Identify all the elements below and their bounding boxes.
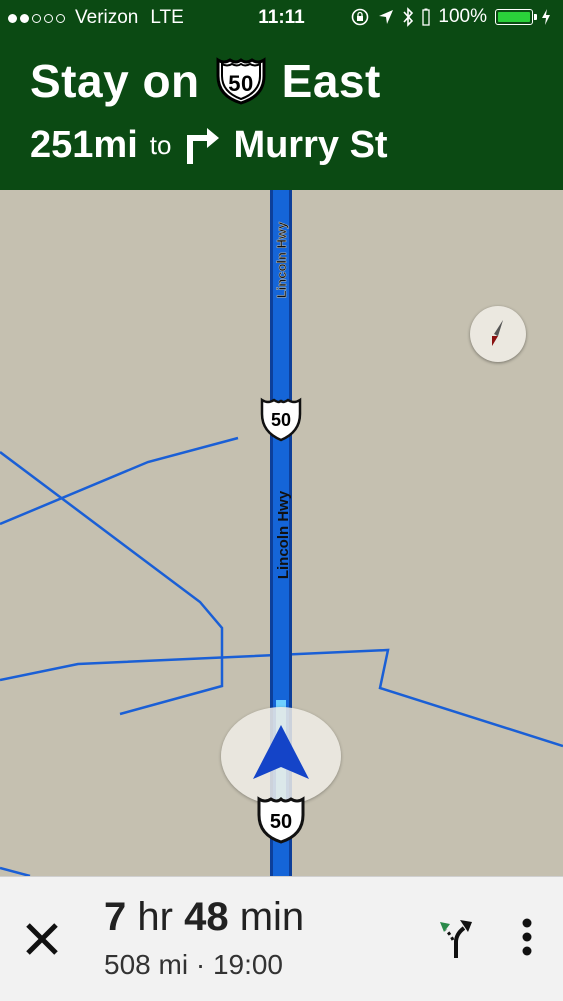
- svg-text:50: 50: [270, 811, 292, 833]
- next-street-name: Murry St: [233, 124, 388, 166]
- battery-icon: [495, 9, 537, 25]
- trip-duration: 7 hr 48 min: [104, 895, 304, 940]
- svg-text:50: 50: [271, 410, 291, 430]
- distance-to-maneuver: 251mi: [30, 124, 138, 166]
- map-view[interactable]: Lincoln Hwy Lincoln Hwy 50 50: [0, 190, 563, 876]
- duration-minutes: 48: [184, 895, 229, 939]
- next-maneuver-line: 251mi to Murry St: [30, 124, 388, 167]
- battery-percent: 100%: [438, 6, 487, 27]
- trip-distance: 508 mi: [104, 949, 189, 980]
- turn-right-icon: [187, 127, 220, 164]
- close-icon[interactable]: [22, 919, 62, 959]
- trip-details: 508 mi · 19:00: [104, 949, 283, 981]
- navigation-instruction-panel[interactable]: Stay on 50 East 251mi to Murry St: [0, 36, 563, 190]
- instruction-prefix: Stay on: [30, 55, 200, 107]
- location-puck-icon: [221, 707, 341, 805]
- svg-text:50: 50: [228, 71, 253, 96]
- duration-minutes-unit: min: [239, 895, 305, 939]
- duration-hours-unit: hr: [137, 895, 173, 939]
- status-bar-right: 100%: [350, 6, 551, 28]
- compass-icon: [492, 320, 503, 346]
- road-label-middle: Lincoln Hwy: [275, 490, 292, 579]
- duration-hours: 7: [104, 895, 127, 939]
- status-bar: Verizon LTE 11:11 100%: [0, 0, 563, 36]
- arrival-time: 19:00: [212, 949, 284, 980]
- location-arrow-icon: [379, 10, 394, 24]
- distance-connector: to: [149, 130, 172, 160]
- compass-button[interactable]: [470, 306, 526, 362]
- route-shield-lower: 50: [257, 796, 305, 844]
- us-route-shield-icon: 50: [216, 57, 266, 105]
- road-label-upper: Lincoln Hwy: [274, 221, 289, 298]
- instruction-direction: East: [281, 55, 381, 107]
- charging-icon: [542, 9, 550, 25]
- instruction-line: Stay on 50 East: [30, 54, 381, 108]
- trip-separator: ·: [195, 949, 206, 980]
- route-shield-upper: 50: [260, 397, 302, 442]
- bluetooth-icon: [403, 7, 414, 27]
- battery-outline-small-icon: [422, 8, 431, 26]
- trip-summary-bar: 7 hr 48 min 508 mi · 19:00: [0, 876, 563, 1001]
- rotation-lock-icon: [352, 8, 369, 26]
- alternate-routes-icon[interactable]: [436, 916, 476, 960]
- more-vert-icon[interactable]: [517, 917, 537, 957]
